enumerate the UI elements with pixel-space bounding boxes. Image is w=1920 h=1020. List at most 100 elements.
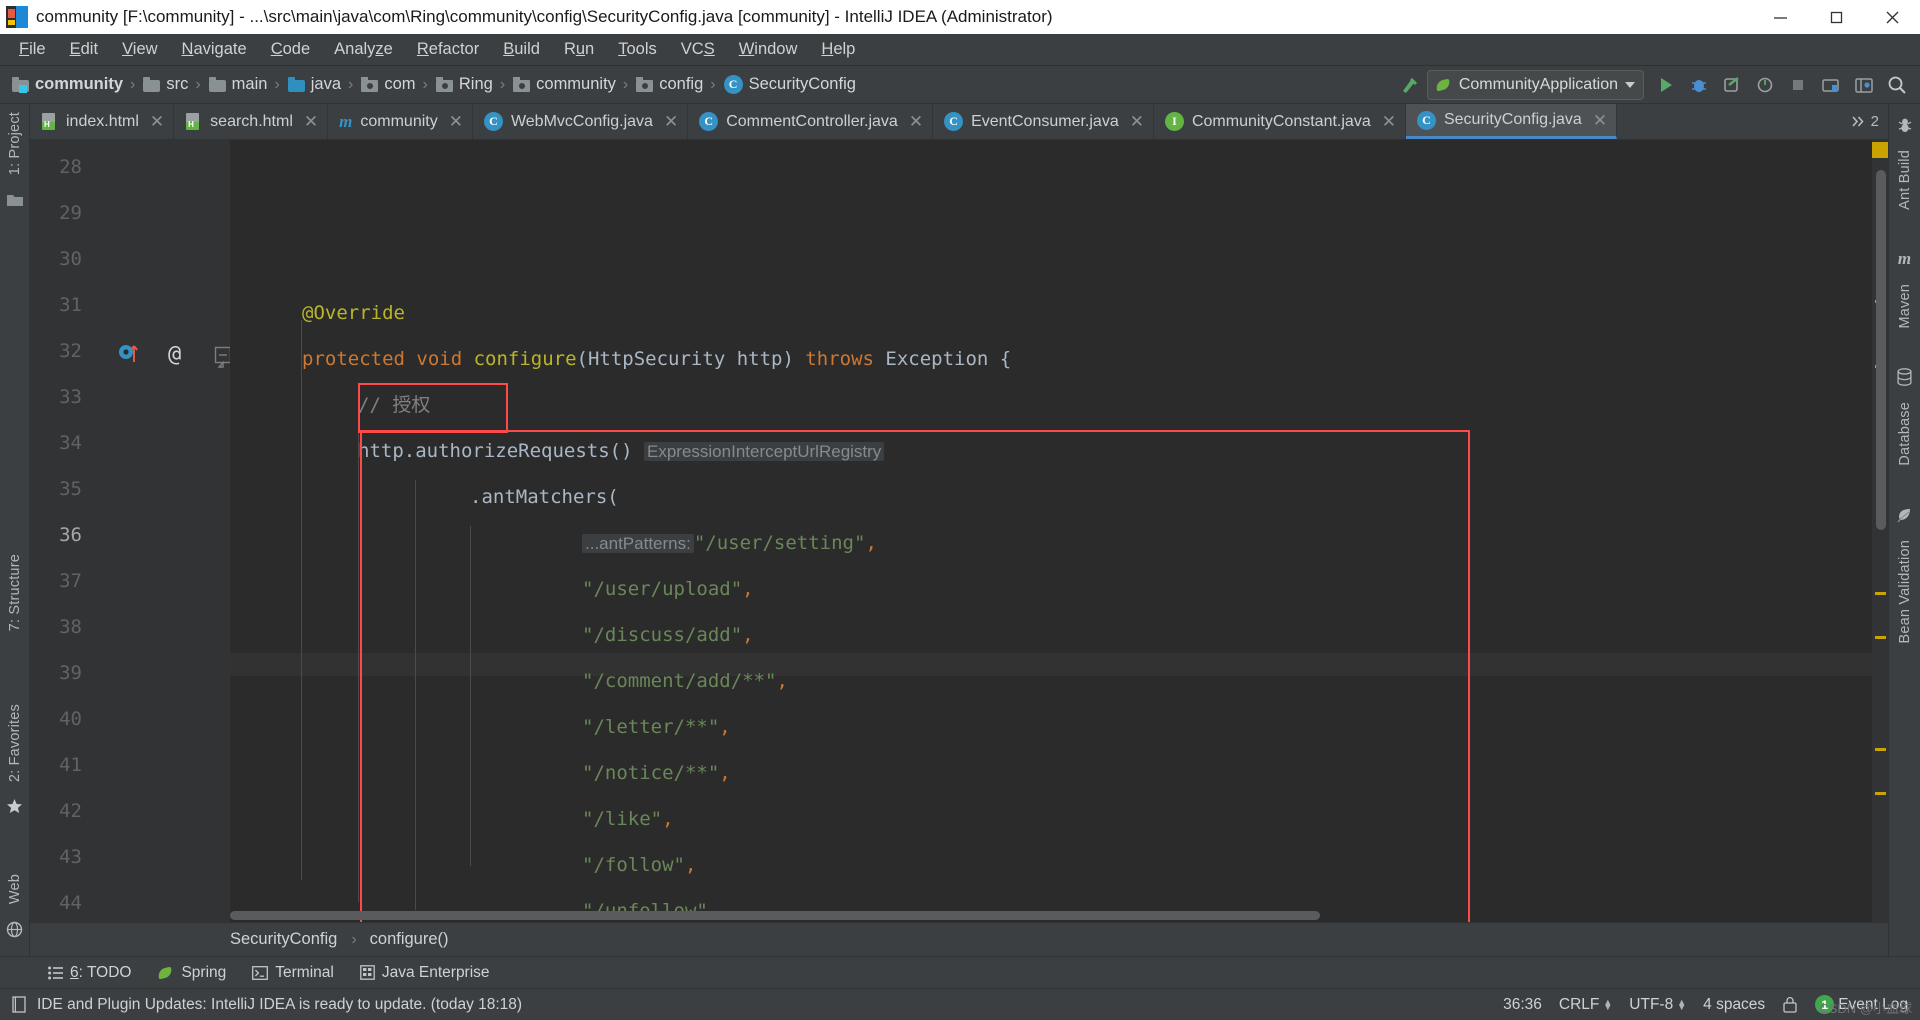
tab-index-html[interactable]: index.html ✕ — [30, 104, 175, 139]
search-everywhere-icon[interactable] — [1882, 70, 1912, 100]
sidebar-item-structure[interactable]: 7: Structure — [7, 546, 23, 639]
close-icon[interactable]: ✕ — [150, 113, 164, 130]
tab-commentcontroller-java[interactable]: C CommentController.java ✕ — [688, 104, 934, 139]
close-icon[interactable]: ✕ — [664, 113, 678, 130]
menu-navigate[interactable]: Navigate — [171, 36, 258, 63]
annotation-marker[interactable]: @ — [168, 342, 181, 367]
close-icon[interactable]: ✕ — [304, 113, 318, 130]
notification-icon[interactable] — [12, 996, 28, 1013]
close-icon[interactable]: ✕ — [909, 113, 923, 130]
database-icon[interactable] — [1892, 364, 1918, 390]
menu-refactor[interactable]: Refactor — [406, 36, 490, 63]
build-icon[interactable] — [1394, 70, 1424, 100]
breadcrumb-config[interactable]: config — [632, 74, 705, 95]
sidebar-item-favorites[interactable]: 2: Favorites — [7, 696, 23, 790]
code-editor[interactable]: 28 29 30 31 32 33 34 35 36 37 38 39 40 4… — [30, 140, 1888, 922]
close-icon[interactable]: ✕ — [1593, 112, 1607, 129]
menu-code[interactable]: Code — [260, 36, 321, 63]
horizontal-scrollbar[interactable] — [230, 909, 1872, 922]
tab-securityconfig-java[interactable]: C SecurityConfig.java ✕ — [1405, 104, 1618, 139]
breadcrumb-main[interactable]: main — [205, 74, 270, 95]
menu-analyze[interactable]: Analyze — [323, 36, 404, 63]
stop-icon[interactable] — [1783, 70, 1813, 100]
settings-icon[interactable] — [1849, 70, 1879, 100]
close-icon[interactable]: ✕ — [1130, 113, 1144, 130]
breadcrumb-ring[interactable]: Ring — [432, 74, 495, 95]
breadcrumb-securityconfig[interactable]: C SecurityConfig — [720, 74, 858, 95]
globe-icon[interactable] — [2, 916, 28, 942]
menu-build[interactable]: Build — [492, 36, 551, 63]
editor-gutter[interactable]: 28 29 30 31 32 33 34 35 36 37 38 39 40 4… — [30, 140, 264, 922]
run-coverage-icon[interactable] — [1717, 70, 1747, 100]
breadcrumb-label: config — [659, 75, 704, 93]
folder-icon[interactable] — [2, 187, 28, 213]
breadcrumb-class[interactable]: SecurityConfig — [230, 930, 337, 949]
tab-community[interactable]: m community ✕ — [328, 104, 473, 139]
tab-search-html[interactable]: search.html ✕ — [174, 104, 329, 139]
line-number: 30 — [59, 248, 82, 270]
sidebar-item-database[interactable]: Database — [1897, 394, 1913, 474]
status-message[interactable]: IDE and Plugin Updates: IntelliJ IDEA is… — [37, 996, 522, 1014]
update-project-icon[interactable] — [1816, 70, 1846, 100]
code-text-area[interactable]: @Override protected void configure(HttpS… — [230, 140, 1872, 922]
warning-marker[interactable] — [1875, 592, 1886, 595]
tab-overflow[interactable]: 2 — [1842, 104, 1888, 139]
warning-marker[interactable] — [1875, 636, 1886, 639]
warning-marker[interactable] — [1875, 792, 1886, 795]
star-icon[interactable] — [2, 794, 28, 820]
profiler-icon[interactable] — [1750, 70, 1780, 100]
maven-icon[interactable]: m — [1892, 246, 1918, 272]
error-stripe-markers[interactable] — [1872, 140, 1888, 922]
sidebar-item-maven[interactable]: Maven — [1897, 276, 1913, 337]
breadcrumb-method[interactable]: configure() — [370, 930, 449, 949]
tool-window-spring[interactable]: Spring — [157, 964, 226, 982]
breadcrumb-java[interactable]: java — [284, 74, 343, 95]
menu-file[interactable]: File — [8, 36, 57, 63]
indent-setting[interactable]: 4 spaces — [1703, 996, 1765, 1014]
breadcrumb-src[interactable]: src — [139, 74, 190, 95]
tool-window-terminal[interactable]: Terminal — [252, 964, 334, 982]
warning-marker[interactable] — [1875, 748, 1886, 751]
tab-webmvcconfig-java[interactable]: C WebMvcConfig.java ✕ — [473, 104, 689, 139]
tool-window-todo[interactable]: 6: TODO — [48, 964, 131, 982]
bean-validation-icon[interactable] — [1892, 502, 1918, 528]
run-configuration-selector[interactable]: CommunityApplication — [1426, 69, 1644, 100]
breadcrumb-com[interactable]: com — [357, 74, 417, 95]
breadcrumb-community-pkg[interactable]: community — [509, 74, 618, 95]
tab-communityconstant-java[interactable]: I CommunityConstant.java ✕ — [1154, 104, 1406, 139]
menu-help[interactable]: Help — [810, 36, 866, 63]
close-icon[interactable]: ✕ — [1382, 113, 1396, 130]
read-write-lock-icon[interactable] — [1782, 996, 1798, 1014]
menu-view[interactable]: View — [111, 36, 168, 63]
menu-edit[interactable]: Edit — [59, 36, 109, 63]
sidebar-item-web[interactable]: Web — [7, 866, 23, 912]
line-number: 34 — [59, 432, 82, 454]
menu-tools[interactable]: Tools — [607, 36, 668, 63]
tool-window-java-enterprise[interactable]: Java Enterprise — [359, 964, 490, 982]
editor-tab-bar: index.html ✕ search.html ✕ m community ✕… — [30, 104, 1888, 140]
run-icon[interactable] — [1651, 70, 1681, 100]
maximize-button[interactable] — [1808, 0, 1864, 34]
debug-icon[interactable] — [1684, 70, 1714, 100]
tab-eventconsumer-java[interactable]: C EventConsumer.java ✕ — [933, 104, 1154, 139]
breadcrumb-community[interactable]: community — [8, 74, 125, 95]
menu-run[interactable]: Run — [553, 36, 605, 63]
ant-build-icon[interactable] — [1892, 112, 1918, 138]
java-interface-icon: I — [1164, 112, 1184, 131]
close-icon[interactable]: ✕ — [449, 113, 463, 130]
menu-window[interactable]: Window — [728, 36, 809, 63]
implementing-method-icon[interactable] — [118, 342, 140, 369]
code-line-30: // 授权 — [358, 394, 431, 416]
sidebar-item-ant-build[interactable]: Ant Build — [1897, 142, 1913, 218]
file-encoding[interactable]: UTF-8 ▲ ▼ — [1629, 996, 1686, 1014]
minimize-button[interactable] — [1752, 0, 1808, 34]
vertical-scrollbar-thumb[interactable] — [1876, 170, 1886, 530]
caret-position[interactable]: 36:36 — [1503, 996, 1542, 1014]
sidebar-item-bean-validation[interactable]: Bean Validation — [1897, 532, 1913, 652]
sidebar-item-project[interactable]: 1: Project — [7, 104, 23, 183]
menu-vcs[interactable]: VCS — [670, 36, 726, 63]
line-separator[interactable]: CRLF ▲ ▼ — [1559, 996, 1612, 1014]
close-button[interactable] — [1864, 0, 1920, 34]
warning-stripe[interactable] — [1872, 142, 1888, 158]
breadcrumb-label: Ring — [458, 75, 493, 93]
